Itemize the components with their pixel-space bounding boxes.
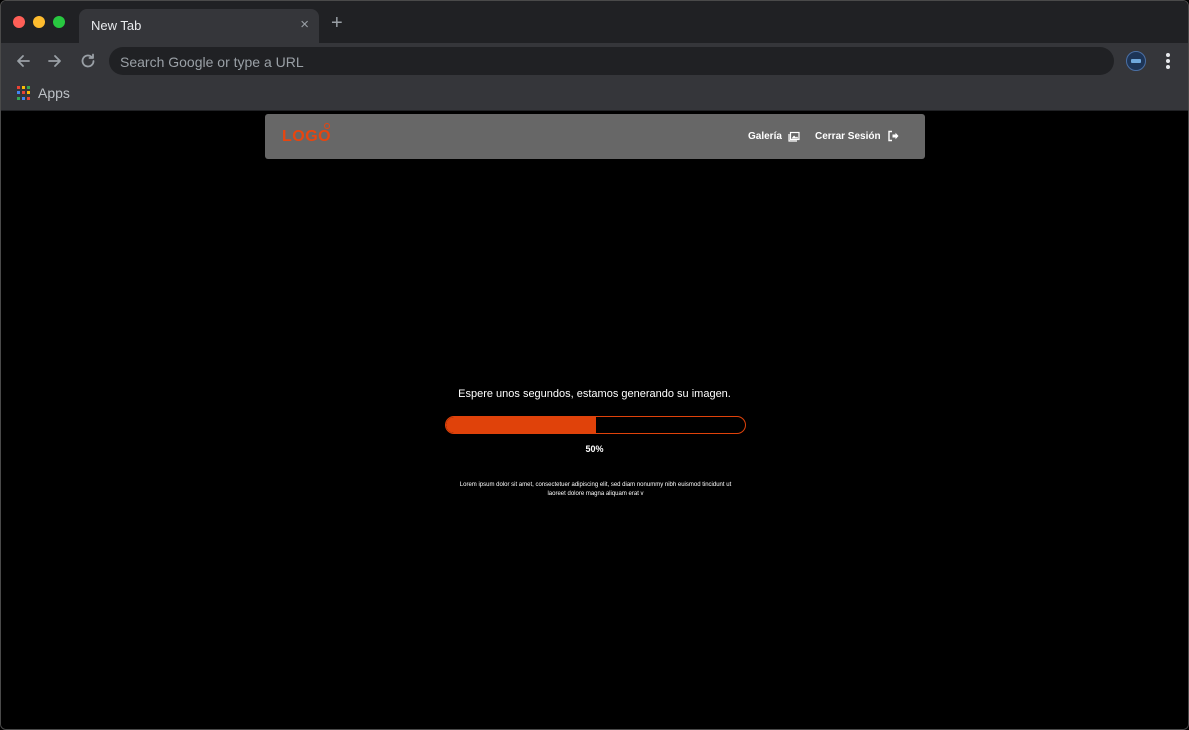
image-icon — [788, 131, 800, 142]
browser-window: New Tab × + Search Google or type a URL … — [0, 0, 1189, 730]
apps-grid-dot — [22, 96, 25, 100]
apps-grid-dot — [27, 91, 30, 95]
tab-new-tab[interactable]: New Tab × — [79, 9, 319, 43]
minimize-window-button[interactable] — [33, 16, 45, 28]
nav-logout-label: Cerrar Sesión — [815, 130, 881, 142]
progress-bar-fill — [446, 417, 596, 433]
site-logo[interactable]: LOGO — [282, 128, 331, 146]
tab-close-icon[interactable]: × — [300, 17, 309, 33]
nav-galeria-label: Galería — [748, 130, 782, 142]
apps-grid-dot — [27, 86, 30, 89]
omnibox-placeholder: Search Google or type a URL — [120, 54, 304, 70]
omnibox[interactable]: Search Google or type a URL — [109, 47, 1114, 75]
maximize-window-button[interactable] — [53, 16, 65, 28]
new-tab-icon[interactable]: + — [331, 13, 343, 33]
apps-grid-dot — [17, 96, 20, 100]
page-content: LOGO Galería Cerrar Sesión Espere unos s… — [1, 112, 1188, 729]
nav-galeria-link[interactable]: Galería — [748, 130, 800, 142]
close-window-button[interactable] — [13, 16, 25, 28]
logout-icon — [887, 130, 899, 142]
apps-grid-dot — [22, 91, 25, 95]
tab-title: New Tab — [91, 18, 142, 33]
apps-grid-dot — [17, 91, 20, 95]
apps-grid-dot — [27, 96, 30, 100]
extension-icon[interactable] — [1126, 51, 1146, 71]
back-arrow-icon[interactable] — [13, 51, 33, 71]
apps-grid-dot — [17, 86, 20, 89]
bookmarks-bar: Apps — [1, 79, 1188, 111]
forward-arrow-icon[interactable] — [45, 51, 65, 71]
browser-toolbar: Search Google or type a URL — [1, 43, 1188, 79]
progress-bar — [445, 416, 746, 434]
reload-icon[interactable] — [78, 51, 98, 71]
more-menu-icon[interactable] — [1161, 52, 1175, 70]
progress-percentage: 50% — [585, 444, 604, 454]
site-header: LOGO Galería Cerrar Sesión — [265, 114, 925, 159]
nav-logout-link[interactable]: Cerrar Sesión — [815, 130, 899, 142]
apps-grid-icon[interactable] — [17, 86, 31, 100]
apps-bookmark[interactable]: Apps — [38, 85, 70, 101]
logo-registered-mark — [324, 123, 330, 129]
loading-message: Espere unos segundos, estamos generando … — [458, 388, 731, 400]
loading-description: Lorem ipsum dolor sit amet, consectetuer… — [459, 482, 732, 497]
tab-strip: New Tab × + — [1, 1, 1188, 43]
apps-grid-dot — [22, 86, 25, 89]
